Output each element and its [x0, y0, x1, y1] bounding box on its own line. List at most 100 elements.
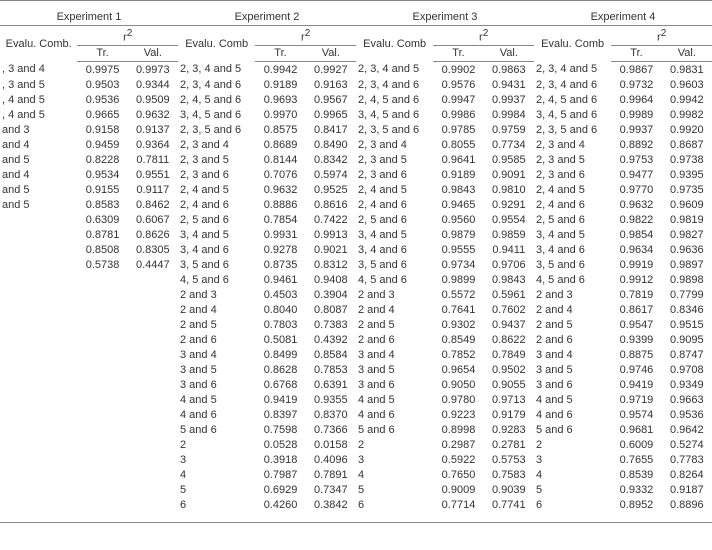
row-tr — [77, 287, 127, 302]
exp3-evalu: Evalu. Comb — [356, 26, 433, 62]
row-tr: 0.8575 — [255, 122, 305, 137]
row-tr — [77, 437, 127, 452]
row-val: 0.9525 — [306, 182, 356, 197]
row-tr: 0.8539 — [611, 467, 661, 482]
row-val: 0.5753 — [484, 452, 534, 467]
row-val: 0.8087 — [306, 302, 356, 317]
row-tr — [77, 377, 127, 392]
row-tr — [77, 392, 127, 407]
row-label: 2 and 3 — [534, 287, 611, 302]
table-row: 4 and 60.83970.83704 and 60.92230.91794 … — [0, 407, 712, 422]
row-tr: 0.6309 — [77, 212, 127, 227]
exp2-r2: r2 — [255, 26, 356, 46]
row-val: 0.9349 — [662, 377, 712, 392]
data-table: Experiment 1 Experiment 2 Experiment 3 E… — [0, 7, 712, 512]
row-val: 0.7602 — [484, 302, 534, 317]
row-label: 6 — [534, 497, 611, 512]
row-tr: 0.8144 — [255, 152, 305, 167]
row-tr: 0.9975 — [77, 62, 127, 78]
table-row: , 3 and 50.95030.93442, 3, 4 and 60.9189… — [0, 77, 712, 92]
row-label — [0, 467, 77, 482]
row-tr — [77, 467, 127, 482]
row-label: 3 and 5 — [178, 362, 255, 377]
row-val: 0.9291 — [484, 197, 534, 212]
row-label — [0, 497, 77, 512]
row-label: 2, 4 and 6 — [534, 197, 611, 212]
row-label: 2, 5 and 6 — [178, 212, 255, 227]
row-label: 2, 4 and 5 — [356, 182, 433, 197]
row-val: 0.6067 — [128, 212, 178, 227]
row-label: 5 — [534, 482, 611, 497]
row-val: 0.2781 — [484, 437, 534, 452]
row-tr: 0.9879 — [433, 227, 483, 242]
row-val — [128, 467, 178, 482]
row-val: 0.9897 — [662, 257, 712, 272]
row-val: 0.9137 — [128, 122, 178, 137]
row-val — [128, 362, 178, 377]
exp4-val: Val. — [662, 45, 712, 62]
row-val: 0.9927 — [306, 62, 356, 78]
row-val: 0.9713 — [484, 392, 534, 407]
row-label — [0, 362, 77, 377]
row-tr: 0.4260 — [255, 497, 305, 512]
row-tr: 0.9223 — [433, 407, 483, 422]
row-tr: 0.9665 — [77, 107, 127, 122]
row-tr: 0.5922 — [433, 452, 483, 467]
table-row: 30.39180.409630.59220.575330.76550.7783 — [0, 452, 712, 467]
row-label: 3, 4 and 6 — [178, 242, 255, 257]
row-val: 0.9095 — [662, 332, 712, 347]
row-label: 4 and 5 — [356, 392, 433, 407]
row-tr: 0.8499 — [255, 347, 305, 362]
row-label: 2 — [178, 437, 255, 452]
row-val: 0.9536 — [662, 407, 712, 422]
row-label: 2 and 5 — [178, 317, 255, 332]
row-val: 0.8626 — [128, 227, 178, 242]
row-tr: 0.9503 — [77, 77, 127, 92]
row-val: 0.9843 — [484, 272, 534, 287]
row-val: 0.9810 — [484, 182, 534, 197]
row-tr — [77, 302, 127, 317]
row-val — [128, 482, 178, 497]
row-label — [0, 257, 77, 272]
exp1-r2: r2 — [77, 26, 178, 46]
row-val: 0.8346 — [662, 302, 712, 317]
row-tr: 0.7655 — [611, 452, 661, 467]
row-tr — [77, 407, 127, 422]
row-val: 0.9117 — [128, 182, 178, 197]
row-label: 2, 3, 4 and 6 — [534, 77, 611, 92]
row-tr: 0.9912 — [611, 272, 661, 287]
row-label — [0, 302, 77, 317]
row-label: 2, 4 and 6 — [356, 197, 433, 212]
row-val: 0.4447 — [128, 257, 178, 272]
row-val: 0.9515 — [662, 317, 712, 332]
row-label — [0, 392, 77, 407]
row-tr: 0.8397 — [255, 407, 305, 422]
row-label: 3, 5 and 6 — [534, 257, 611, 272]
row-tr: 0.8781 — [77, 227, 127, 242]
row-tr: 0.9641 — [433, 152, 483, 167]
row-tr: 0.9753 — [611, 152, 661, 167]
row-label: 2, 4, 5 and 6 — [534, 92, 611, 107]
table-row: 3 and 40.84990.85843 and 40.78520.78493 … — [0, 347, 712, 362]
row-val: 0.9735 — [662, 182, 712, 197]
exp3-title: Experiment 3 — [356, 7, 534, 26]
row-val: 0.9551 — [128, 167, 178, 182]
exp4-evalu: Evalu. Comb — [534, 26, 611, 62]
row-tr: 0.5738 — [77, 257, 127, 272]
row-tr: 0.8583 — [77, 197, 127, 212]
row-tr: 0.9632 — [255, 182, 305, 197]
row-label: 3 and 5 — [356, 362, 433, 377]
table-row: 4, 5 and 60.94610.94084, 5 and 60.98990.… — [0, 272, 712, 287]
row-label: 3, 5 and 6 — [178, 257, 255, 272]
row-tr: 0.8617 — [611, 302, 661, 317]
row-val: 0.7783 — [662, 452, 712, 467]
row-label: 4 — [534, 467, 611, 482]
row-label — [0, 377, 77, 392]
row-tr: 0.7641 — [433, 302, 483, 317]
row-label: 2, 3, 5 and 6 — [534, 122, 611, 137]
row-label: 4 and 6 — [534, 407, 611, 422]
row-tr: 0.9937 — [611, 122, 661, 137]
row-val: 0.8584 — [306, 347, 356, 362]
row-label: 2 and 6 — [534, 332, 611, 347]
table-row: 2 and 30.45030.39042 and 30.55720.59612 … — [0, 287, 712, 302]
